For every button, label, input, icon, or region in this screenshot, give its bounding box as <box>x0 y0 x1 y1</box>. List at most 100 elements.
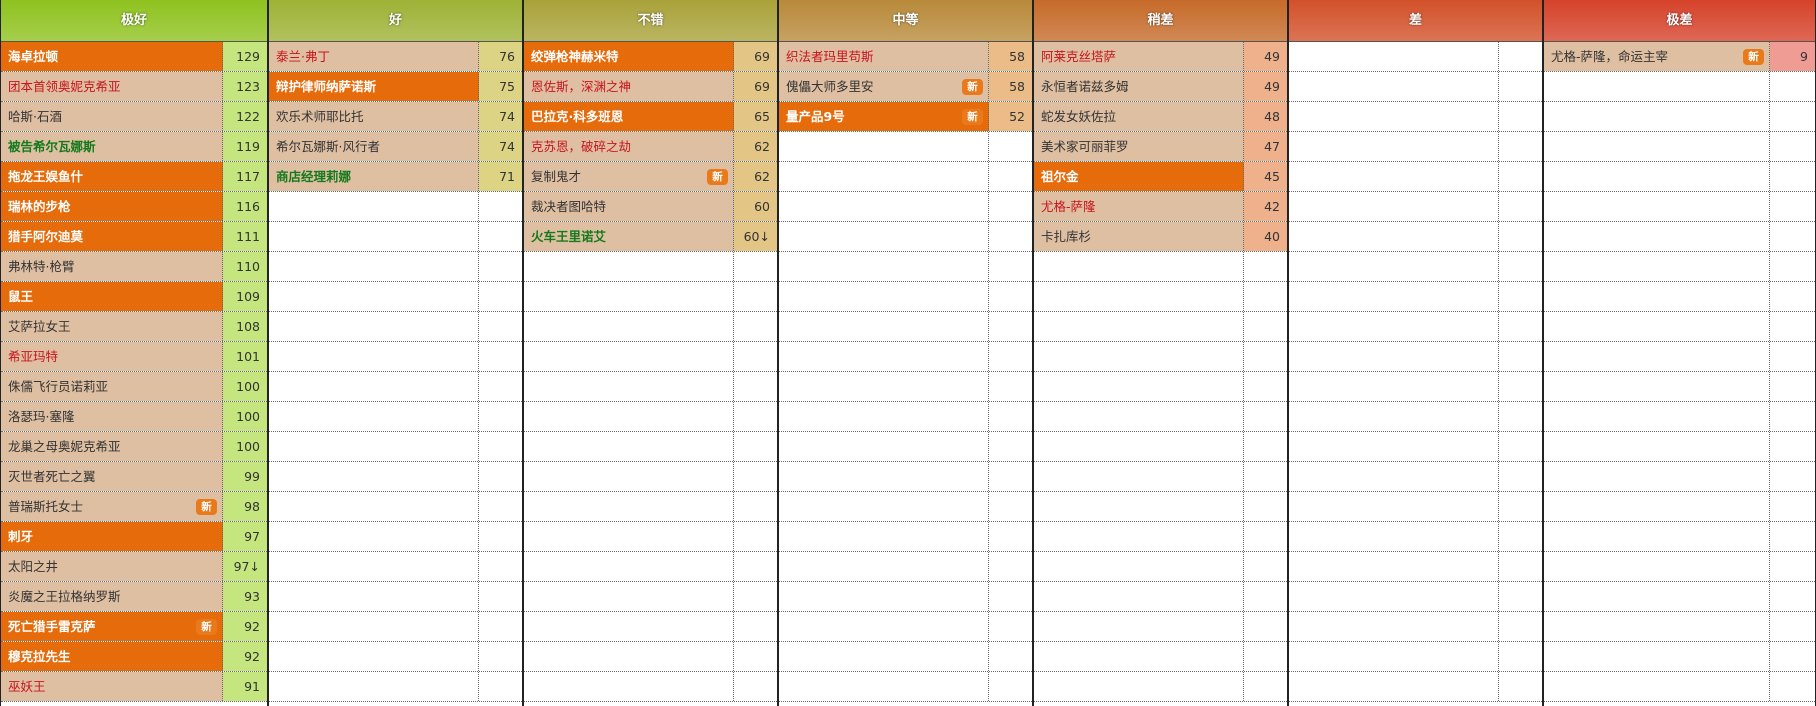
empty-name-cell <box>779 222 989 251</box>
entry-score: 117 <box>223 162 267 191</box>
tier-entry-row[interactable]: 龙巢之母奥妮克希亚 100 <box>1 432 267 462</box>
empty-row <box>269 252 522 282</box>
tier-entry-row[interactable]: 祖尔金 45 <box>1034 162 1287 192</box>
entry-name: 团本首领奥妮克希亚 <box>1 72 223 101</box>
empty-row <box>1034 612 1287 642</box>
entry-name: 尤格-萨隆，命运主宰 新 <box>1544 42 1770 71</box>
entry-name-label: 灭世者死亡之翼 <box>8 469 96 484</box>
tier-entry-row[interactable]: 巴拉克·科多班恩 65 <box>524 102 777 132</box>
empty-row <box>1544 582 1815 612</box>
tier-entry-row[interactable]: 洛瑟玛·塞隆 100 <box>1 402 267 432</box>
tier-entry-row[interactable]: 拖龙王娱鱼什 117 <box>1 162 267 192</box>
empty-score-cell <box>734 372 777 401</box>
empty-row <box>779 252 1032 282</box>
entry-score: 75 <box>479 72 522 101</box>
empty-score-cell <box>1499 462 1542 491</box>
empty-row <box>1544 162 1815 192</box>
tier-entry-row[interactable]: 绞弹枪神赫米特 69 <box>524 42 777 72</box>
empty-name-cell <box>1544 522 1770 551</box>
empty-row <box>1544 222 1815 252</box>
tier-entry-row[interactable]: 团本首领奥妮克希亚 123 <box>1 72 267 102</box>
tier-entry-row[interactable]: 克苏恩，破碎之劫 62 <box>524 132 777 162</box>
entry-score: 45 <box>1244 162 1287 191</box>
tier-good-header: 好 <box>269 0 522 42</box>
entry-score: 74 <box>479 102 522 131</box>
tier-entry-row[interactable]: 炎魔之王拉格纳罗斯 93 <box>1 582 267 612</box>
tier-entry-row[interactable]: 织法者玛里苟斯 58 <box>779 42 1032 72</box>
tier-entry-row[interactable]: 量产品9号 新 52 <box>779 102 1032 132</box>
empty-score-cell <box>1244 372 1287 401</box>
entry-name-label: 绞弹枪神赫米特 <box>531 49 619 64</box>
tier-entry-row[interactable]: 死亡猎手雷克萨 新 92 <box>1 612 267 642</box>
empty-name-cell <box>1544 192 1770 221</box>
tier-entry-row[interactable]: 瑞林的步枪 116 <box>1 192 267 222</box>
tier-entry-row[interactable]: 恩佐斯，深渊之神 69 <box>524 72 777 102</box>
tier-entry-row[interactable]: 蛇发女妖佐拉 48 <box>1034 102 1287 132</box>
tier-entry-row[interactable]: 希亚玛特 101 <box>1 342 267 372</box>
tier-entry-row[interactable]: 侏儒飞行员诺莉亚 100 <box>1 372 267 402</box>
empty-name-cell <box>779 642 989 671</box>
tier-entry-row[interactable]: 穆克拉先生 92 <box>1 642 267 672</box>
empty-name-cell <box>1544 462 1770 491</box>
empty-row <box>1289 102 1542 132</box>
tier-worst-header: 极差 <box>1544 0 1815 42</box>
tier-entry-row[interactable]: 泰兰·弗丁 76 <box>269 42 522 72</box>
entry-score: 69 <box>734 72 777 101</box>
tier-entry-row[interactable]: 太阳之井 97↓ <box>1 552 267 582</box>
tier-entry-row[interactable]: 刺牙 97 <box>1 522 267 552</box>
empty-name-cell <box>269 312 479 341</box>
entry-name-label: 克苏恩，破碎之劫 <box>531 139 632 154</box>
tier-entry-row[interactable]: 商店经理莉娜 71 <box>269 162 522 192</box>
tier-entry-row[interactable]: 希尔瓦娜斯·风行者 74 <box>269 132 522 162</box>
entry-name: 绞弹枪神赫米特 <box>524 42 734 71</box>
tier-entry-row[interactable]: 永恒者诺兹多姆 49 <box>1034 72 1287 102</box>
tier-entry-row[interactable]: 美术家可丽菲罗 47 <box>1034 132 1287 162</box>
empty-score-cell <box>1499 582 1542 611</box>
empty-row <box>1544 672 1815 702</box>
tier-entry-row[interactable]: 裁决者图哈特 60 <box>524 192 777 222</box>
empty-row <box>524 582 777 612</box>
empty-row <box>1544 252 1815 282</box>
empty-score-cell <box>734 672 777 701</box>
empty-score-cell <box>989 582 1032 611</box>
tier-entry-row[interactable]: 被告希尔瓦娜斯 119 <box>1 132 267 162</box>
empty-row <box>269 492 522 522</box>
empty-row <box>779 612 1032 642</box>
empty-name-cell <box>1544 402 1770 431</box>
tier-entry-row[interactable]: 普瑞斯托女士 新 98 <box>1 492 267 522</box>
tier-best-header: 极好 <box>1 0 267 42</box>
tier-entry-row[interactable]: 灭世者死亡之翼 99 <box>1 462 267 492</box>
tier-entry-row[interactable]: 阿莱克丝塔萨 49 <box>1034 42 1287 72</box>
tier-entry-row[interactable]: 欢乐术师耶比托 74 <box>269 102 522 132</box>
empty-row <box>1289 162 1542 192</box>
tier-entry-row[interactable]: 傀儡大师多里安 新 58 <box>779 72 1032 102</box>
tier-entry-row[interactable]: 哈斯·石酒 122 <box>1 102 267 132</box>
tier-entry-row[interactable]: 鼠王 109 <box>1 282 267 312</box>
empty-name-cell <box>779 492 989 521</box>
tier-medium-rows: 织法者玛里苟斯 58 傀儡大师多里安新 58 量产品9号新 52 <box>779 42 1032 702</box>
empty-score-cell <box>1770 522 1815 551</box>
tier-entry-row[interactable]: 猎手阿尔迪莫 111 <box>1 222 267 252</box>
tier-entry-row[interactable]: 海卓拉顿 129 <box>1 42 267 72</box>
tier-entry-row[interactable]: 火车王里诺艾 60↓ <box>524 222 777 252</box>
empty-score-cell <box>734 252 777 281</box>
entry-name-label: 普瑞斯托女士 <box>8 499 84 514</box>
empty-name-cell <box>1289 462 1499 491</box>
tier-entry-row[interactable]: 艾萨拉女王 108 <box>1 312 267 342</box>
tier-entry-row[interactable]: 弗林特·枪臂 110 <box>1 252 267 282</box>
tier-entry-row[interactable]: 巫妖王 91 <box>1 672 267 702</box>
empty-row <box>1289 672 1542 702</box>
entry-score: 69 <box>734 42 777 71</box>
tier-entry-row[interactable]: 复制鬼才 新 62 <box>524 162 777 192</box>
tier-entry-row[interactable]: 尤格-萨隆 42 <box>1034 192 1287 222</box>
empty-score-cell <box>1499 492 1542 521</box>
entry-score: 109 <box>223 282 267 311</box>
entry-score: 92 <box>223 642 267 671</box>
tier-entry-row[interactable]: 卡扎库杉 40 <box>1034 222 1287 252</box>
empty-score-cell <box>989 192 1032 221</box>
entry-name: 美术家可丽菲罗 <box>1034 132 1244 161</box>
new-badge: 新 <box>1743 49 1764 65</box>
tier-entry-row[interactable]: 辩护律师纳萨诺斯 75 <box>269 72 522 102</box>
tier-entry-row[interactable]: 尤格-萨隆，命运主宰 新 9 <box>1544 42 1815 72</box>
empty-score-cell <box>1770 552 1815 581</box>
